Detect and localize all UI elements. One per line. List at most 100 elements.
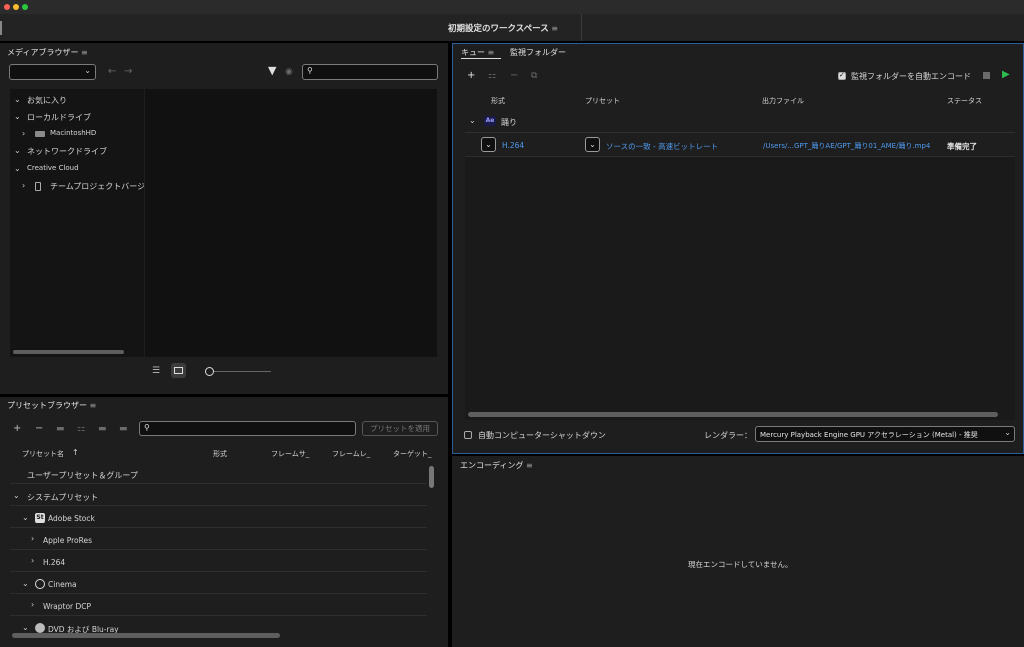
remove-item-icon[interactable]: − — [510, 70, 518, 82]
settings-sliders-icon[interactable]: ⚏ — [488, 70, 496, 82]
media-browser-header[interactable]: メディアブラウザー ≡ — [7, 47, 88, 58]
panel-menu-icon[interactable]: ≡ — [526, 461, 533, 470]
chevron-down-icon[interactable]: ⌄ — [14, 146, 21, 155]
sort-arrow-up-icon[interactable]: ↑ — [72, 448, 79, 457]
tree-item-macintoshhd[interactable]: › MacintoshHD — [10, 129, 144, 141]
chevron-down-icon[interactable]: ⌄ — [22, 513, 29, 522]
auto-encode-checkbox[interactable]: ✓ — [838, 71, 846, 80]
tree-item-team-projects[interactable]: › チームプロジェクトバージョ — [10, 181, 144, 193]
chevron-right-icon[interactable]: › — [22, 129, 25, 138]
tree-horizontal-scrollbar[interactable] — [13, 350, 124, 354]
preset-settings-icon[interactable]: ⚏ — [77, 423, 85, 435]
add-source-icon[interactable]: + — [467, 70, 475, 82]
panel-menu-icon[interactable]: ≡ — [81, 48, 88, 57]
column-header-format[interactable]: 形式 — [213, 449, 227, 459]
tree-item-label: ローカルドライブ — [27, 113, 91, 122]
thumbnail-icon — [174, 367, 183, 374]
add-preset-icon[interactable]: + — [13, 423, 21, 435]
column-header-preset[interactable]: プリセット — [585, 96, 620, 106]
search-icon: ⚲ — [144, 423, 150, 432]
chevron-down-icon[interactable]: ⌄ — [469, 116, 476, 125]
preset-row-h264[interactable]: › H.264 — [10, 550, 427, 572]
eye-icon[interactable]: ◉ — [285, 66, 293, 78]
back-arrow-icon[interactable]: ← — [108, 66, 116, 78]
zoom-slider-track[interactable] — [214, 371, 271, 372]
hard-drive-icon — [35, 131, 45, 137]
queue-item-preset[interactable]: ソースの一致 - 高速ビットレート — [606, 141, 718, 152]
queue-group-row[interactable]: ⌄ Ae 踊り — [465, 110, 1015, 133]
chevron-right-icon[interactable]: › — [31, 600, 34, 609]
chevron-down-icon[interactable]: ⌄ — [13, 491, 20, 500]
tree-item-favorites[interactable]: ⌄ お気に入り — [10, 95, 144, 107]
tree-item-creative-cloud[interactable]: ⌄ Creative Cloud — [10, 164, 144, 176]
chevron-right-icon[interactable]: › — [31, 534, 34, 543]
queue-item-row[interactable]: ⌄ H.264 ⌄ ソースの一致 - 高速ビットレート /Users/...GP… — [465, 133, 1015, 157]
chevron-down-icon[interactable]: ⌄ — [22, 579, 29, 588]
column-header-preset-name[interactable]: プリセット名 — [22, 449, 64, 459]
preset-dropdown[interactable]: ⌄ — [585, 137, 600, 152]
remove-preset-icon[interactable]: − — [35, 423, 43, 435]
column-header-frame-size[interactable]: フレームサ_ — [271, 449, 309, 459]
preset-list: ユーザープリセット＆グループ ⌄ システムプリセット ⌄ St Adobe St… — [10, 462, 427, 637]
preset-browser-header[interactable]: プリセットブラウザー ≡ — [7, 400, 96, 411]
preset-horizontal-scrollbar[interactable] — [12, 633, 280, 638]
icon-view-button[interactable] — [171, 363, 186, 378]
location-dropdown[interactable]: ⌄ — [9, 64, 96, 80]
format-dropdown[interactable]: ⌄ — [481, 137, 496, 152]
preset-row-label: Apple ProRes — [43, 536, 93, 545]
chevron-down-icon[interactable]: ⌄ — [14, 164, 21, 173]
header-divider — [581, 14, 582, 41]
preset-row-apple-prores[interactable]: › Apple ProRes — [10, 528, 427, 550]
zoom-window-button[interactable] — [22, 4, 28, 10]
chevron-right-icon[interactable]: › — [22, 181, 25, 190]
queue-horizontal-scrollbar[interactable] — [468, 412, 998, 417]
start-queue-button[interactable]: ▶ — [1002, 69, 1010, 81]
tab-queue[interactable]: キュー ≡ — [461, 47, 494, 58]
export-preset-icon[interactable]: ▬ — [119, 423, 128, 435]
preset-vertical-scrollbar[interactable] — [429, 466, 434, 488]
tree-item-network-drives[interactable]: ⌄ ネットワークドライブ — [10, 146, 144, 158]
auto-shutdown-checkbox[interactable] — [464, 431, 472, 439]
workspace-selector[interactable]: 初期設定のワークスペース ≡ — [448, 22, 558, 34]
preset-search-input[interactable]: ⚲ — [139, 421, 356, 436]
chevron-right-icon[interactable]: › — [31, 556, 34, 565]
duplicate-icon[interactable]: ⧉ — [531, 70, 537, 82]
adobe-stock-icon: St — [35, 513, 45, 523]
column-header-target[interactable]: ターゲット_ — [393, 449, 432, 459]
zoom-slider-handle[interactable] — [205, 367, 214, 376]
chevron-down-icon[interactable]: ⌄ — [14, 112, 21, 121]
column-header-status[interactable]: ステータス — [947, 96, 982, 106]
queue-item-output-path[interactable]: /Users/...GPT_踊りAE/GPT_踊り01_AME/踊り.mp4 — [763, 141, 930, 151]
forward-arrow-icon[interactable]: → — [124, 66, 132, 78]
minimize-window-button[interactable] — [13, 4, 19, 10]
preset-row-system[interactable]: ⌄ システムプリセット — [10, 484, 427, 506]
tree-item-local-drives[interactable]: ⌄ ローカルドライブ — [10, 112, 144, 124]
preset-row-wraptor-dcp[interactable]: › Wraptor DCP — [10, 594, 427, 616]
media-content-area[interactable] — [145, 89, 437, 357]
preset-row-adobe-stock[interactable]: ⌄ St Adobe Stock — [10, 506, 427, 528]
column-header-output-file[interactable]: 出力ファイル — [762, 96, 804, 106]
tab-watch-folders[interactable]: 監視フォルダー — [510, 47, 566, 58]
panel-menu-icon[interactable]: ≡ — [488, 48, 495, 57]
renderer-dropdown[interactable]: Mercury Playback Engine GPU アクセラレーション (M… — [755, 426, 1015, 442]
panel-menu-icon[interactable]: ≡ — [90, 401, 97, 410]
apply-preset-button[interactable]: プリセットを適用 — [362, 421, 438, 436]
media-search-input[interactable]: ⚲ — [302, 64, 438, 80]
list-view-icon[interactable]: ☰ — [152, 365, 160, 377]
chevron-down-icon[interactable]: ⌄ — [14, 95, 21, 104]
import-preset-icon[interactable]: ▬ — [98, 423, 107, 435]
close-window-button[interactable] — [4, 4, 10, 10]
queue-item-format[interactable]: H.264 — [502, 141, 524, 150]
stop-icon[interactable] — [983, 72, 990, 79]
column-header-format[interactable]: 形式 — [491, 96, 505, 106]
new-group-icon[interactable]: ▬ — [56, 423, 65, 435]
preset-row-cinema[interactable]: ⌄ Cinema — [10, 572, 427, 594]
header-grip — [0, 21, 2, 35]
filter-icon[interactable]: ▼ — [268, 65, 276, 77]
renderer-value: Mercury Playback Engine GPU アクセラレーション (M… — [760, 431, 978, 439]
encoding-header[interactable]: エンコーディング ≡ — [460, 460, 533, 471]
column-header-frame-rate[interactable]: フレームレ_ — [332, 449, 370, 459]
chevron-down-icon[interactable]: ⌄ — [22, 623, 29, 632]
preset-row-user[interactable]: ユーザープリセット＆グループ — [10, 462, 427, 484]
tree-item-label: チームプロジェクトバージョ — [50, 182, 144, 191]
